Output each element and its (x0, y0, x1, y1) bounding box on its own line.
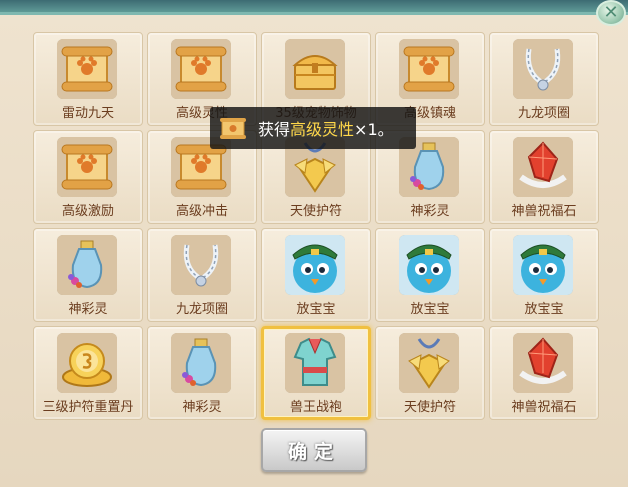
bird-icon (513, 235, 573, 295)
reward-item-label: 神彩灵 (68, 302, 108, 317)
reward-item-label: 九龙项圈 (175, 302, 228, 317)
reward-item-label: 兽王战袍 (289, 400, 342, 415)
reward-item-cell[interactable]: 神兽祝福石 (489, 326, 599, 420)
reward-item-cell[interactable]: 放宝宝 (489, 228, 599, 322)
reward-item-label: 放宝宝 (524, 302, 564, 317)
scroll-icon (171, 39, 231, 99)
reward-item-label: 放宝宝 (296, 302, 336, 317)
necklace-icon (171, 235, 231, 295)
reward-item-label: 神彩灵 (410, 204, 450, 219)
necklace-icon (513, 39, 573, 99)
vase-icon (171, 333, 231, 393)
reward-item-cell[interactable]: 雷动九天 (33, 32, 143, 126)
scroll-icon (57, 39, 117, 99)
reward-item-cell[interactable]: 九龙项圈 (489, 32, 599, 126)
reward-item-label: 三级护符重置丹 (42, 400, 134, 415)
reward-item-label: 九龙项圈 (517, 106, 570, 121)
crystal-icon (513, 137, 573, 197)
reward-item-cell[interactable]: 神彩灵 (33, 228, 143, 322)
reward-item-label: 高级激励 (61, 204, 114, 219)
scroll-icon (57, 137, 117, 197)
reward-item-cell[interactable]: 兽王战袍 (261, 326, 371, 420)
reward-item-label: 放宝宝 (410, 302, 450, 317)
reward-item-cell[interactable]: 三级护符重置丹 (33, 326, 143, 420)
reward-toast: 获得高级灵性×1。 (210, 107, 416, 149)
reward-item-label: 天使护符 (289, 204, 342, 219)
amulet-icon (399, 333, 459, 393)
reward-item-label: 神兽祝福石 (511, 400, 577, 415)
chest-icon (285, 39, 345, 99)
reward-item-label: 雷动九天 (61, 106, 114, 121)
reward-item-label: 神彩灵 (182, 400, 222, 415)
reward-item-cell[interactable]: 天使护符 (375, 326, 485, 420)
reward-item-cell[interactable]: 高级激励 (33, 130, 143, 224)
armor-icon (285, 333, 345, 393)
close-icon[interactable]: ✕ (596, 0, 626, 26)
confirm-button[interactable]: 确定 (261, 428, 367, 472)
reward-item-label: 高级冲击 (175, 204, 228, 219)
reward-item-cell[interactable]: 放宝宝 (375, 228, 485, 322)
reward-item-cell[interactable]: 神彩灵 (147, 326, 257, 420)
reward-item-cell[interactable]: 九龙项圈 (147, 228, 257, 322)
reward-item-cell[interactable]: 放宝宝 (261, 228, 371, 322)
vase-icon (57, 235, 117, 295)
bird-icon (285, 235, 345, 295)
window-top-strip (0, 0, 628, 12)
reward-item-label: 神兽祝福石 (511, 204, 577, 219)
reward-item-label: 天使护符 (403, 400, 456, 415)
scroll-icon (220, 118, 246, 139)
toast-item-name: 高级灵性 (290, 120, 355, 139)
crystal-icon (513, 333, 573, 393)
reward-item-cell[interactable]: 神兽祝福石 (489, 130, 599, 224)
pill-icon (57, 333, 117, 393)
reward-grid: 雷动九天 高级灵性 35级宠物饰物 高级镇魂 九龙项圈 高级激励 高级冲击 (33, 32, 599, 420)
scroll-icon (399, 39, 459, 99)
bird-icon (399, 235, 459, 295)
toast-text: 获得高级灵性×1。 (258, 120, 394, 139)
